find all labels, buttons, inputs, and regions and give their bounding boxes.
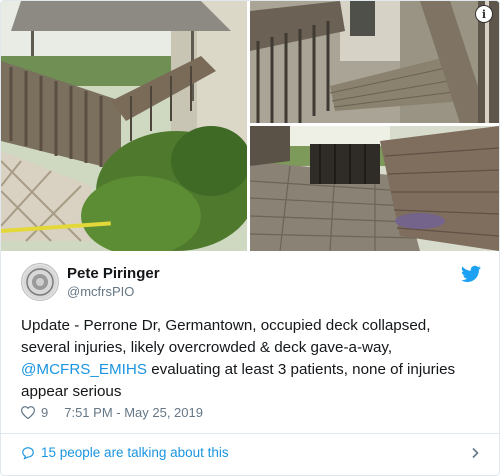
like-count[interactable]: 9 — [41, 405, 48, 420]
timestamp[interactable]: 7:51 PM - May 25, 2019 — [64, 405, 203, 420]
comment-bubble-icon — [22, 446, 34, 460]
tweet-card[interactable]: i Pete Piringer @mcfrsPIO Update - Perro… — [0, 0, 500, 476]
conversation-link[interactable]: 15 people are talking about this — [21, 445, 229, 460]
broken-stairs-photo[interactable]: i — [250, 1, 499, 123]
chevron-right-icon[interactable] — [469, 447, 481, 459]
tweet-text: Update - Perrone Dr, Germantown, occupie… — [21, 315, 483, 403]
twitter-bird-icon[interactable] — [461, 265, 481, 283]
deck-floor-photo[interactable] — [250, 126, 499, 251]
tweet-meta: 9 7:51 PM - May 25, 2019 — [21, 405, 203, 420]
tweet-text-before: Update - Perrone Dr, Germantown, occupie… — [21, 317, 431, 356]
info-icon[interactable]: i — [475, 5, 493, 23]
photo-grid: i — [1, 1, 499, 251]
collapsed-deck-photo[interactable] — [1, 1, 247, 251]
avatar[interactable] — [21, 263, 59, 301]
talking-about-text: 15 people are talking about this — [41, 445, 229, 460]
author-name[interactable]: Pete Piringer — [67, 265, 160, 282]
mention-link[interactable]: @MCFRS_EMIHS — [21, 361, 147, 378]
author-handle[interactable]: @mcfrsPIO — [67, 284, 134, 299]
heart-icon[interactable] — [21, 406, 35, 419]
divider — [1, 433, 499, 434]
tweet-header: Pete Piringer @mcfrsPIO — [21, 263, 481, 303]
